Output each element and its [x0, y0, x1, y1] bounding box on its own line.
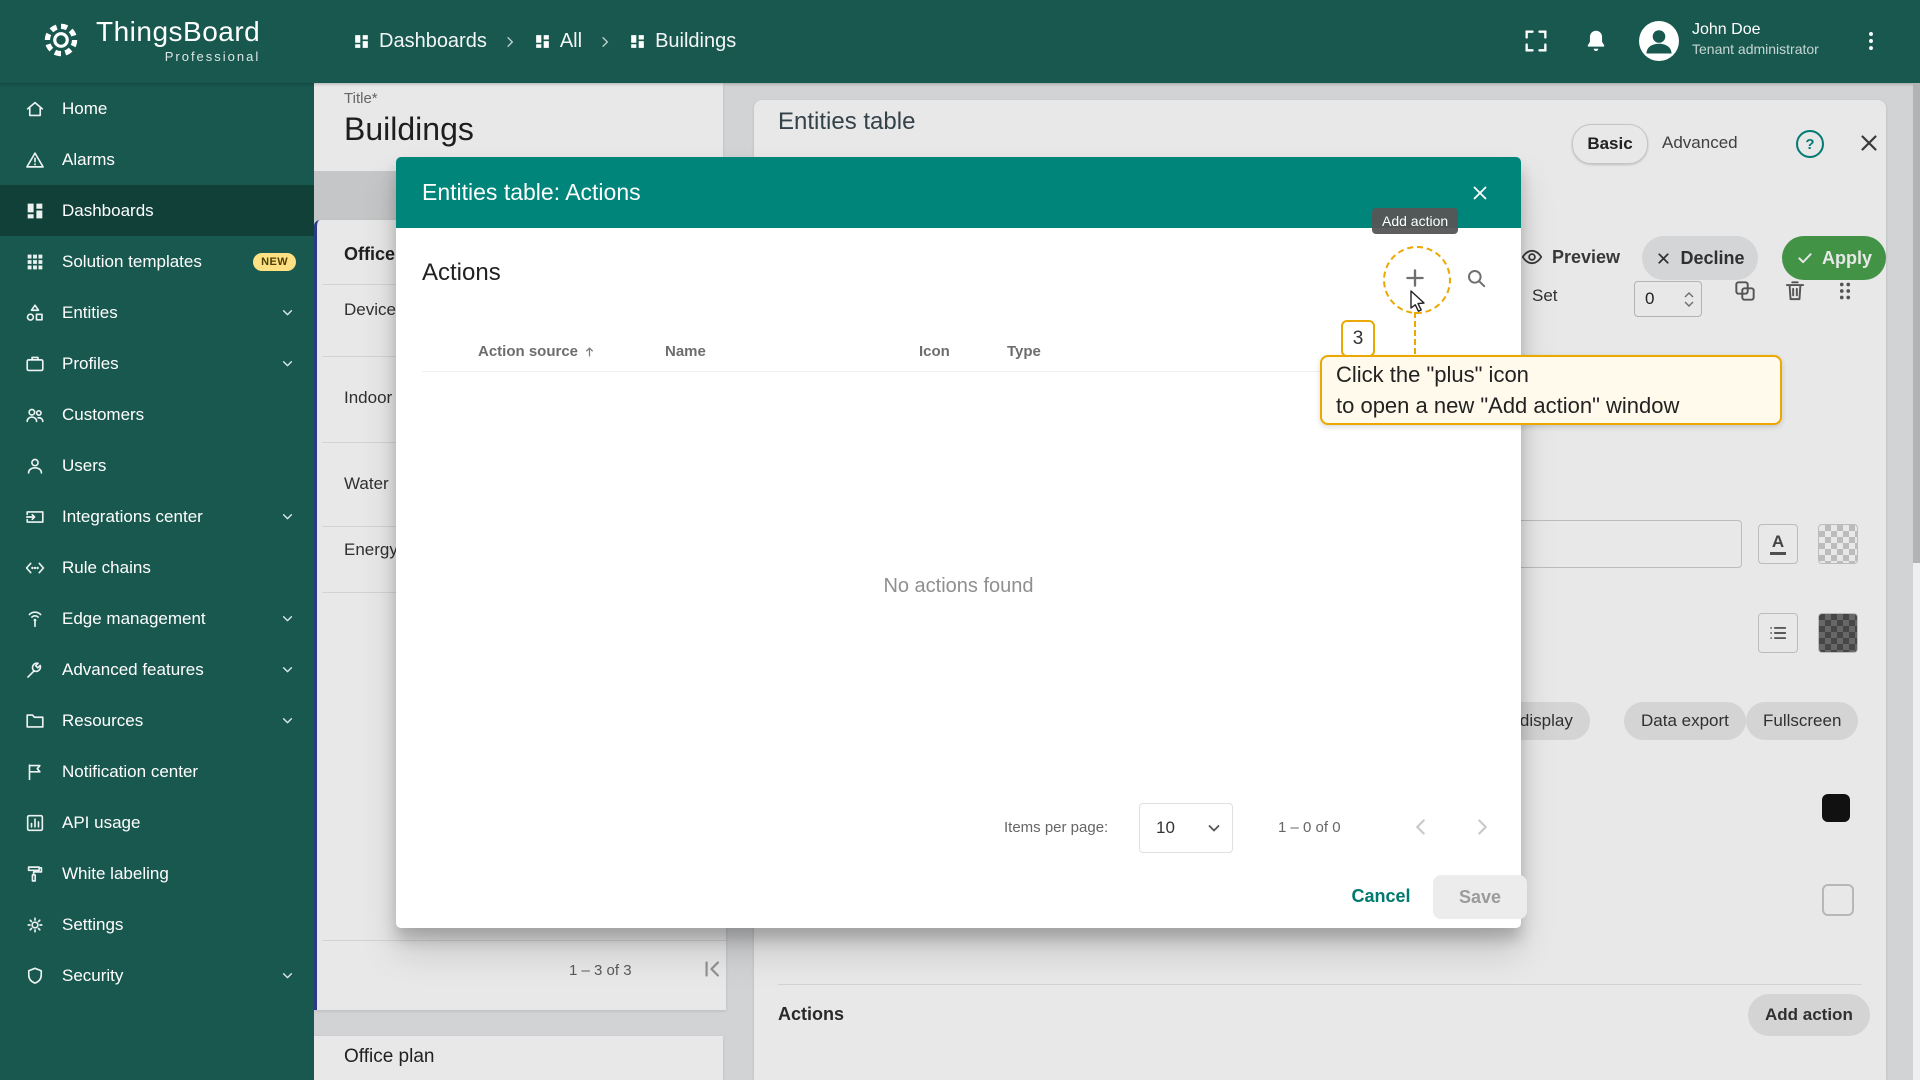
logo-title: ThingsBoard [96, 16, 260, 48]
chevron-down-icon [279, 304, 296, 321]
previous-page-icon[interactable] [1408, 814, 1434, 840]
gear-icon [24, 914, 46, 936]
sidebar-item-profiles[interactable]: Profiles [0, 338, 314, 389]
notifications-bell-icon[interactable] [1582, 27, 1610, 55]
sidebar-item-entities[interactable]: Entities [0, 287, 314, 338]
column-header-type[interactable]: Type [1007, 343, 1041, 360]
chart-icon [24, 812, 46, 834]
sidebar-item-edge-management[interactable]: Edge management [0, 593, 314, 644]
dashboards-icon [352, 32, 371, 51]
warning-icon [24, 149, 46, 171]
breadcrumb-all[interactable]: All [533, 30, 582, 53]
dialog-title: Entities table: Actions [422, 179, 641, 206]
tutorial-connector-line [1414, 312, 1416, 354]
people-icon [24, 404, 46, 426]
category-icon [24, 302, 46, 324]
entities-table-actions-dialog: Entities table: Actions Actions Action s… [396, 157, 1521, 928]
shield-icon [24, 965, 46, 987]
sidebar-item-solution-templates[interactable]: Solution templates NEW [0, 236, 314, 287]
sort-asc-icon [582, 344, 597, 359]
breadcrumb-separator-icon [597, 34, 613, 50]
cancel-button[interactable]: Cancel [1341, 886, 1421, 907]
chevron-down-icon [279, 967, 296, 984]
dashboards-icon [24, 200, 46, 222]
flag-icon [24, 761, 46, 783]
sidebar: Home Alarms Dashboards Solution template… [0, 83, 314, 1080]
top-header: ThingsBoard Professional Dashboards All … [0, 0, 1920, 83]
next-page-icon[interactable] [1469, 814, 1495, 840]
tutorial-step-badge: 3 [1341, 320, 1375, 357]
column-header-icon[interactable]: Icon [919, 343, 950, 360]
sidebar-item-settings[interactable]: Settings [0, 899, 314, 950]
add-action-tooltip: Add action [1372, 208, 1458, 234]
sidebar-item-white-labeling[interactable]: White labeling [0, 848, 314, 899]
breadcrumb-separator-icon [502, 34, 518, 50]
input-icon [24, 506, 46, 528]
sidebar-item-rule-chains[interactable]: Rule chains [0, 542, 314, 593]
cursor-pointer-icon [1406, 288, 1430, 312]
column-header-action-source[interactable]: Action source [478, 343, 597, 360]
chevron-down-icon [279, 355, 296, 372]
avatar[interactable] [1638, 20, 1680, 62]
dashboards-icon [533, 32, 552, 51]
home-icon [24, 98, 46, 120]
tutorial-text-line2: to open a new "Add action" window [1336, 390, 1766, 421]
sidebar-item-integrations-center[interactable]: Integrations center [0, 491, 314, 542]
select-caret-icon [1208, 824, 1220, 832]
dialog-close-button[interactable] [1463, 176, 1497, 210]
sidebar-item-alarms[interactable]: Alarms [0, 134, 314, 185]
breadcrumb-buildings[interactable]: Buildings [628, 30, 736, 53]
antenna-icon [24, 608, 46, 630]
tutorial-text-line1: Click the "plus" icon [1336, 359, 1766, 390]
sidebar-item-users[interactable]: Users [0, 440, 314, 491]
sidebar-item-notification-center[interactable]: Notification center [0, 746, 314, 797]
dialog-section-heading: Actions [422, 259, 501, 287]
dialog-header: Entities table: Actions [396, 157, 1521, 228]
breadcrumb: Dashboards All Buildings [352, 0, 736, 83]
apps-grid-icon [24, 251, 46, 273]
folder-icon [24, 710, 46, 732]
wrench-icon [24, 659, 46, 681]
sidebar-item-resources[interactable]: Resources [0, 695, 314, 746]
items-per-page-label: Items per page: [1004, 819, 1108, 836]
chevron-down-icon [279, 508, 296, 525]
fullscreen-icon[interactable] [1522, 27, 1550, 55]
sidebar-item-api-usage[interactable]: API usage [0, 797, 314, 848]
search-button[interactable] [1458, 260, 1494, 296]
sidebar-item-advanced-features[interactable]: Advanced features [0, 644, 314, 695]
new-badge: NEW [253, 253, 296, 271]
paint-icon [24, 863, 46, 885]
user-info[interactable]: John Doe Tenant administrator [1692, 20, 1819, 58]
logo-subtitle: Professional [165, 49, 261, 64]
settings-ethernet-icon [24, 557, 46, 579]
user-role: Tenant administrator [1692, 40, 1819, 58]
sidebar-item-dashboards[interactable]: Dashboards [0, 185, 314, 236]
breadcrumb-dashboards[interactable]: Dashboards [352, 30, 487, 53]
sidebar-item-customers[interactable]: Customers [0, 389, 314, 440]
thingsboard-app: ThingsBoard Professional Dashboards All … [0, 0, 1920, 1080]
sidebar-item-security[interactable]: Security [0, 950, 314, 1001]
thingsboard-gear-logo-icon [38, 17, 84, 63]
items-per-page-select[interactable]: 10 [1139, 803, 1233, 853]
chevron-down-icon [279, 712, 296, 729]
chevron-down-icon [279, 661, 296, 678]
save-button[interactable]: Save [1433, 875, 1527, 919]
briefcase-icon [24, 353, 46, 375]
sidebar-item-home[interactable]: Home [0, 83, 314, 134]
person-icon [24, 455, 46, 477]
tutorial-callout: Click the "plus" icon to open a new "Add… [1320, 355, 1782, 425]
page-scrollbar-thumb[interactable] [1913, 83, 1920, 563]
kebab-menu-icon[interactable] [1858, 28, 1884, 54]
empty-state-text: No actions found [396, 575, 1521, 598]
user-name: John Doe [1692, 20, 1819, 40]
pagination-range-text: 1 – 0 of 0 [1278, 819, 1341, 836]
page-scrollbar-track[interactable] [1913, 83, 1920, 1080]
dashboards-icon [628, 32, 647, 51]
app-logo[interactable]: ThingsBoard Professional [38, 16, 260, 64]
chevron-down-icon [279, 610, 296, 627]
column-header-name[interactable]: Name [665, 343, 706, 360]
